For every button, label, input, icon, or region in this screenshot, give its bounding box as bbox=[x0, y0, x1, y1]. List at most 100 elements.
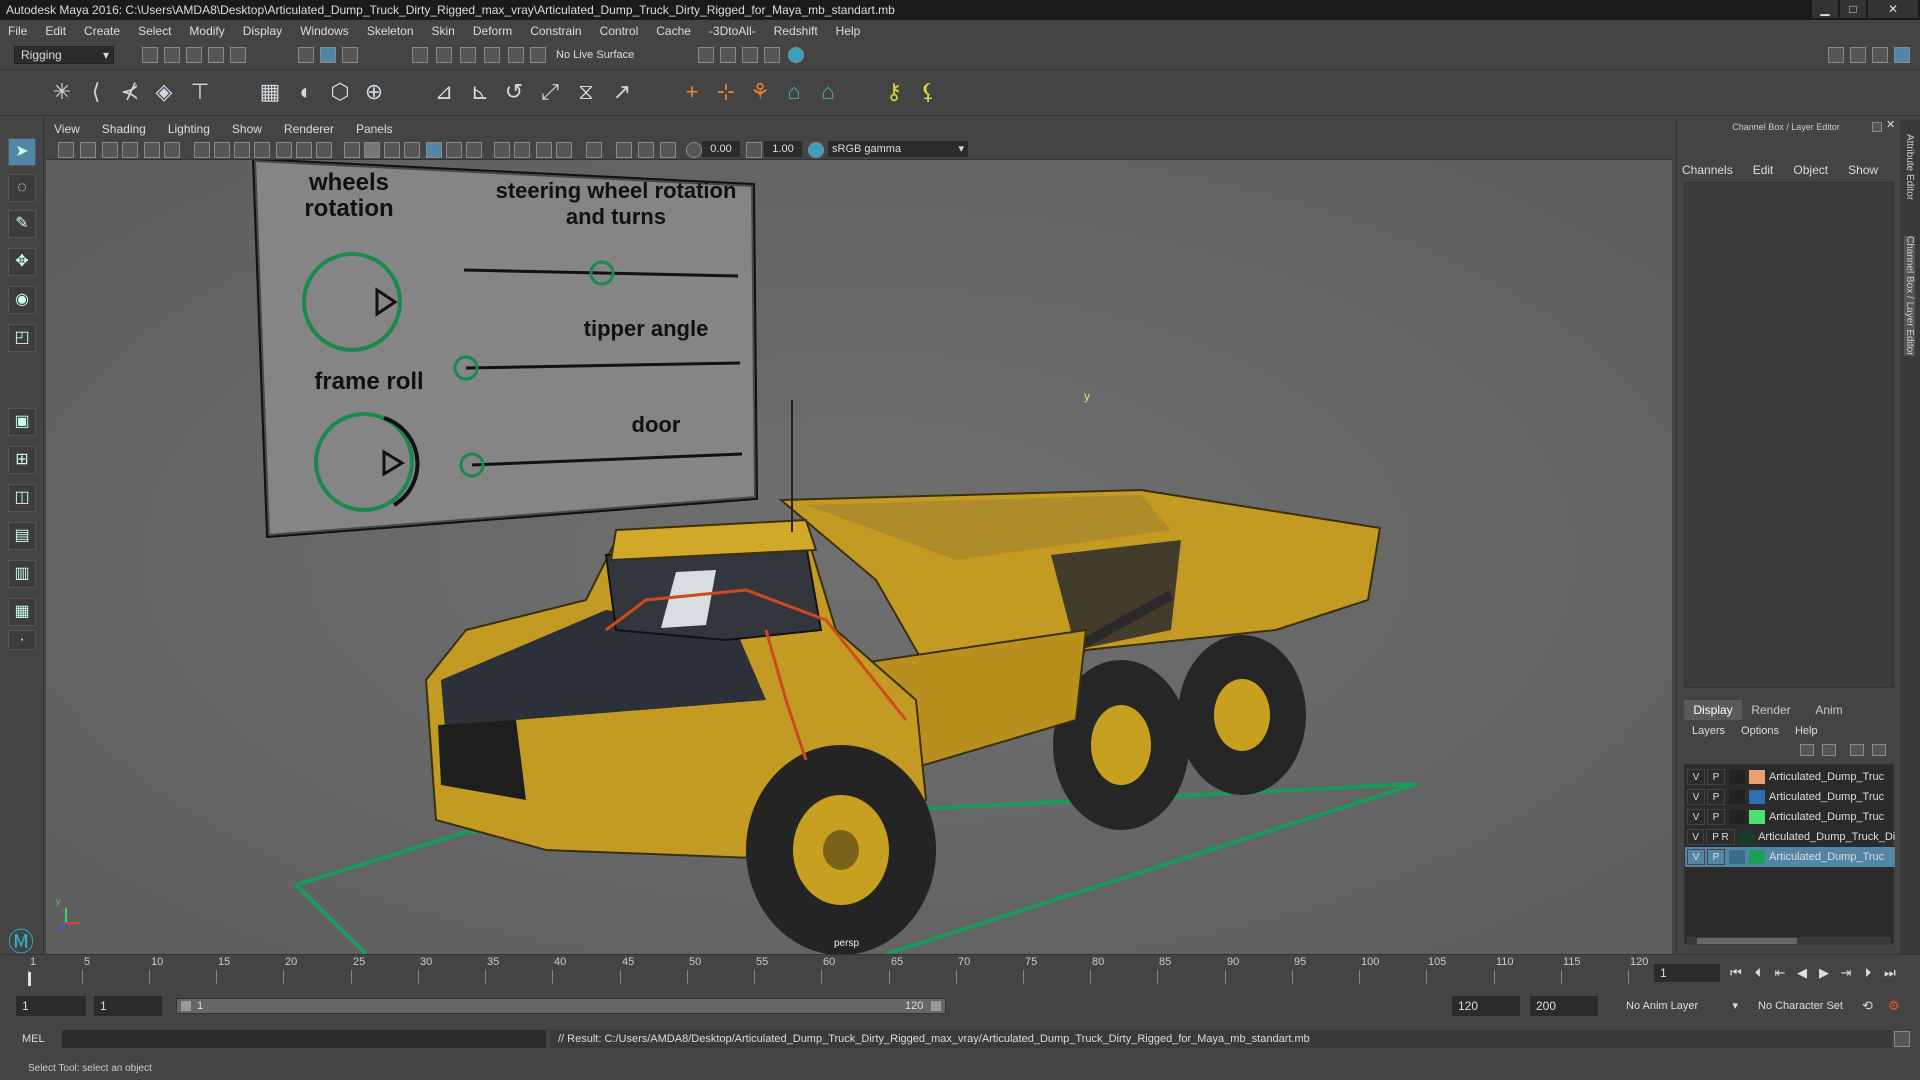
gamma-field[interactable]: 1.00 bbox=[764, 141, 802, 157]
xray-joints-icon[interactable] bbox=[616, 142, 632, 158]
camera-attr-icon[interactable] bbox=[80, 142, 96, 158]
xray-icon[interactable] bbox=[586, 142, 602, 158]
playback-start-field[interactable]: 1 bbox=[94, 996, 162, 1016]
single-pane-icon[interactable]: ▣ bbox=[8, 408, 36, 436]
exposure-field[interactable]: 0.00 bbox=[702, 141, 740, 157]
attribute-editor-toggle-icon[interactable] bbox=[1850, 47, 1866, 63]
time-ruler[interactable]: 1 5 10 15 20 25 30 35 40 45 50 55 60 65 70 75 80 85 90 95 10… bbox=[28, 956, 1648, 986]
grid-toggle-icon[interactable] bbox=[194, 142, 210, 158]
step-back-frame-icon[interactable]: ⏴ bbox=[1750, 965, 1766, 981]
layer-row[interactable]: V P Articulated_Dump_Truc bbox=[1685, 807, 1895, 827]
grease-pencil-icon[interactable] bbox=[164, 142, 180, 158]
bookmark-icon[interactable] bbox=[102, 142, 118, 158]
tab-attribute-editor[interactable]: Attribute Editor bbox=[1904, 134, 1915, 200]
snap-surface-icon[interactable] bbox=[508, 47, 524, 63]
hypershade-icon[interactable] bbox=[788, 47, 804, 63]
maximize-button[interactable]: □ bbox=[1840, 0, 1866, 18]
snap-live-icon[interactable] bbox=[530, 47, 546, 63]
menu-control[interactable]: Control bbox=[600, 24, 639, 38]
menu-help[interactable]: Help bbox=[836, 24, 861, 38]
exposure-icon[interactable] bbox=[686, 142, 702, 158]
move-layer-up-icon[interactable] bbox=[1800, 744, 1814, 756]
isolate-select-icon[interactable] bbox=[556, 142, 572, 158]
layer-visibility-toggle[interactable]: V bbox=[1687, 769, 1705, 785]
film-gate-icon[interactable] bbox=[214, 142, 230, 158]
redo-icon[interactable] bbox=[230, 47, 246, 63]
step-forward-frame-icon[interactable]: ⏵ bbox=[1860, 965, 1876, 981]
set-key-icon[interactable]: ⚷ bbox=[880, 78, 908, 106]
snap-view-icon[interactable] bbox=[484, 47, 500, 63]
resolution-gate-icon[interactable] bbox=[234, 142, 250, 158]
layer-playback-toggle[interactable]: P bbox=[1707, 769, 1725, 785]
cb-menu-edit[interactable]: Edit bbox=[1753, 163, 1774, 177]
safe-action-icon[interactable] bbox=[296, 142, 312, 158]
vp-menu-show[interactable]: Show bbox=[232, 122, 262, 136]
move-tool-icon[interactable]: ✥ bbox=[8, 248, 36, 276]
live-surface-field[interactable]: No Live Surface bbox=[552, 46, 656, 64]
layer-visibility-toggle[interactable]: V bbox=[1687, 849, 1705, 865]
layer-menu-layers[interactable]: Layers bbox=[1692, 725, 1725, 737]
cluster-icon[interactable]: ⊕ bbox=[360, 78, 388, 106]
current-time-indicator[interactable] bbox=[28, 972, 31, 986]
menu-redshift[interactable]: Redshift bbox=[774, 24, 818, 38]
layer-type-toggle[interactable] bbox=[1729, 770, 1745, 784]
menu-edit[interactable]: Edit bbox=[45, 24, 66, 38]
close-panel-icon[interactable]: ✕ bbox=[1886, 118, 1898, 132]
move-layer-down-icon[interactable] bbox=[1822, 744, 1836, 756]
new-layer-selected-icon[interactable] bbox=[1872, 744, 1886, 756]
hik-icon[interactable]: ⚘ bbox=[746, 78, 774, 106]
camera-select-icon[interactable] bbox=[58, 142, 74, 158]
smooth-shade-icon[interactable] bbox=[364, 142, 380, 158]
range-slider[interactable]: 1 120 bbox=[176, 998, 946, 1014]
command-input[interactable] bbox=[62, 1030, 546, 1048]
locator-icon[interactable]: + bbox=[678, 78, 706, 106]
vp-menu-view[interactable]: View bbox=[54, 122, 80, 136]
new-layer-icon[interactable] bbox=[1850, 744, 1864, 756]
layer-row[interactable]: V P R Articulated_Dump_Truck_Dirt bbox=[1685, 827, 1895, 847]
orient-constraint-icon[interactable]: ↺ bbox=[500, 78, 528, 106]
wireframe-on-shaded-icon[interactable] bbox=[384, 142, 400, 158]
gamma-icon[interactable] bbox=[746, 142, 762, 158]
four-pane-icon[interactable]: ⊞ bbox=[8, 446, 36, 474]
cb-menu-object[interactable]: Object bbox=[1793, 163, 1828, 177]
select-tool-icon[interactable]: ➤ bbox=[8, 138, 36, 166]
backface-icon[interactable] bbox=[660, 142, 676, 158]
pole-vector-icon[interactable]: ↗ bbox=[608, 78, 636, 106]
layer-row[interactable]: V P Articulated_Dump_Truc bbox=[1685, 787, 1895, 807]
layer-color-swatch[interactable] bbox=[1749, 810, 1765, 824]
vp-menu-lighting[interactable]: Lighting bbox=[168, 122, 210, 136]
layer-type-toggle[interactable] bbox=[1729, 810, 1745, 824]
animation-start-field[interactable]: 1 bbox=[16, 996, 86, 1016]
wireframe-icon[interactable] bbox=[344, 142, 360, 158]
auto-key-icon[interactable]: ⟲ bbox=[1862, 998, 1878, 1014]
script-editor-icon[interactable] bbox=[1894, 1031, 1910, 1047]
layer-playback-toggle[interactable]: P R bbox=[1706, 829, 1735, 845]
layer-type-toggle[interactable] bbox=[1729, 790, 1745, 804]
layer-list-scrollbar[interactable] bbox=[1687, 937, 1891, 945]
current-frame-field[interactable]: 1 bbox=[1654, 964, 1720, 982]
set-driven-key-icon[interactable]: ⚸ bbox=[914, 78, 942, 106]
lasso-tool-icon[interactable]: ◌ bbox=[8, 174, 36, 202]
menu-constrain[interactable]: Constrain bbox=[530, 24, 581, 38]
layer-menu-options[interactable]: Options bbox=[1741, 725, 1779, 737]
persp-outliner-icon[interactable]: ▤ bbox=[8, 522, 36, 550]
layer-row[interactable]: V P Articulated_Dump_Truc bbox=[1685, 767, 1895, 787]
layer-menu-help[interactable]: Help bbox=[1795, 725, 1818, 737]
menu-modify[interactable]: Modify bbox=[189, 24, 224, 38]
channel-box-toggle-icon[interactable] bbox=[1894, 47, 1910, 63]
antialias-icon[interactable] bbox=[514, 142, 530, 158]
menu-cache[interactable]: Cache bbox=[656, 24, 691, 38]
menu-3dtoall[interactable]: -3DtoAll- bbox=[709, 24, 756, 38]
layer-color-swatch[interactable] bbox=[1749, 850, 1765, 864]
lattice-icon[interactable]: ⬡ bbox=[326, 78, 354, 106]
minimize-button[interactable]: ▁ bbox=[1812, 0, 1838, 18]
channel-list[interactable] bbox=[1684, 182, 1894, 688]
step-back-key-icon[interactable]: ⇤ bbox=[1772, 965, 1788, 981]
save-scene-icon[interactable] bbox=[186, 47, 202, 63]
menu-file[interactable]: File bbox=[8, 24, 27, 38]
perspective-viewport[interactable]: y wheels rotation steering wheel rotatio… bbox=[46, 160, 1672, 954]
two-pane-icon[interactable]: ◫ bbox=[8, 484, 36, 512]
textured-icon[interactable] bbox=[404, 142, 420, 158]
select-hierarchy-icon[interactable] bbox=[298, 47, 314, 63]
tab-channel-box-layer-editor[interactable]: Channel Box / Layer Editor bbox=[1904, 236, 1915, 356]
